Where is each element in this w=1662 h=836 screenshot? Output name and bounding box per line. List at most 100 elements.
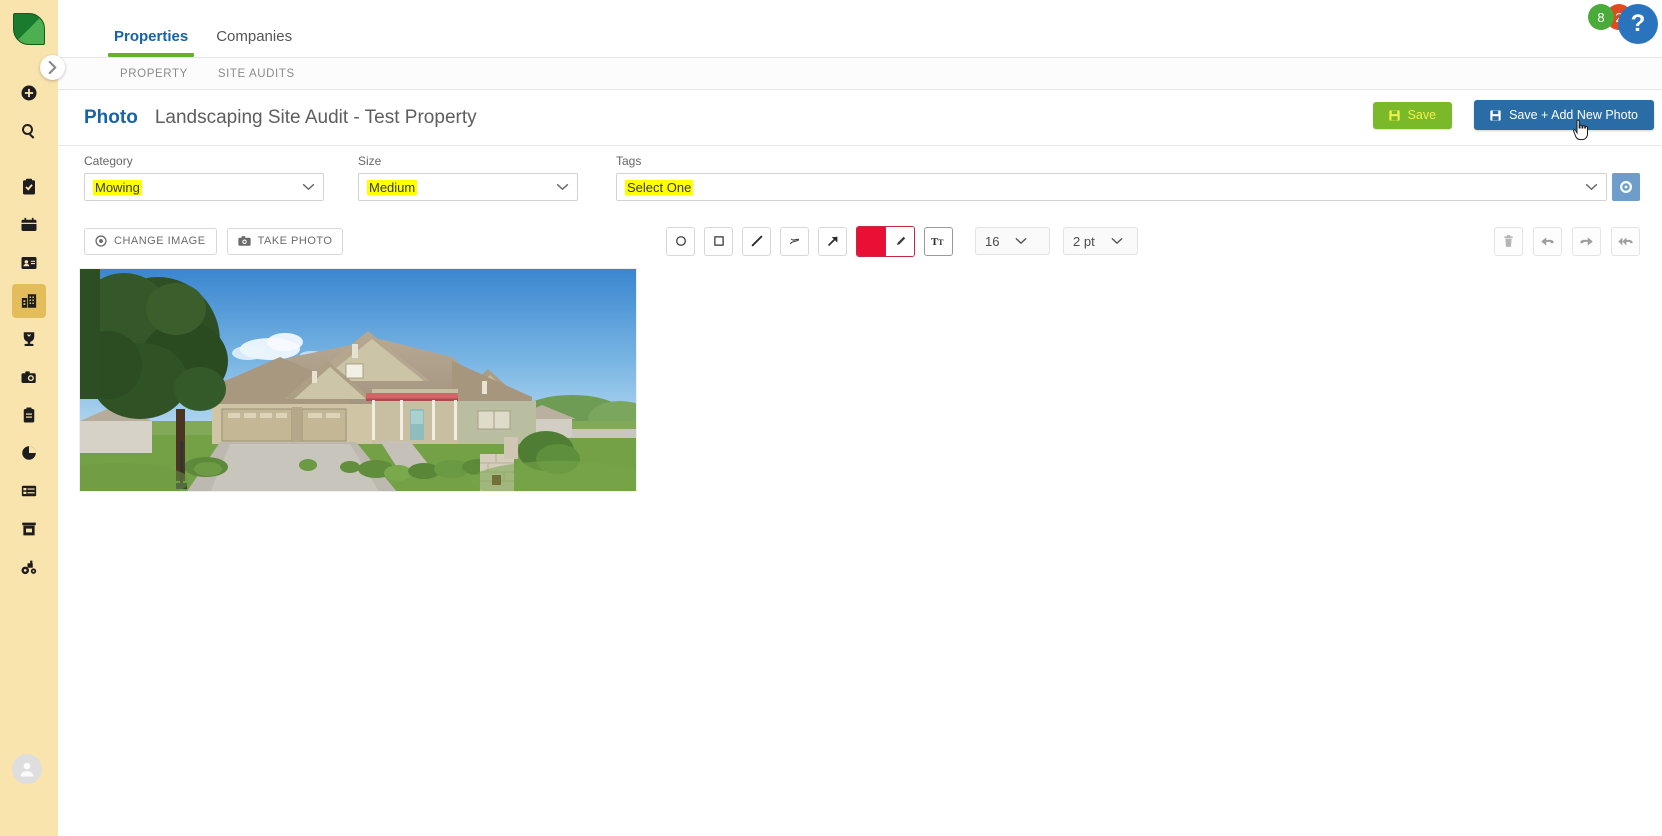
tags-row: Select One: [616, 173, 1640, 201]
arrow-tool-button[interactable]: [818, 226, 847, 256]
size-value: Medium: [367, 179, 418, 195]
square-outline-icon: [713, 236, 724, 246]
photo-metadata-form: Category Mowing Size Medium Tags Select …: [58, 146, 1662, 208]
line-tool-button[interactable]: [742, 226, 771, 256]
category-label: Category: [84, 154, 133, 168]
photo-canvas-area[interactable]: [58, 268, 1662, 836]
top-navigation: Properties Companies 8 2 ?: [58, 0, 1662, 58]
text-tool-button[interactable]: T T: [924, 226, 953, 256]
subnav-item-site-audits[interactable]: SITE AUDITS: [218, 68, 295, 80]
chevron-right-icon: [48, 61, 57, 74]
sidebar-item-schedule[interactable]: [12, 474, 46, 508]
redo-tool-button[interactable]: [1572, 226, 1601, 256]
tab-properties[interactable]: Properties: [100, 28, 202, 57]
chevron-down-icon-4: [1015, 235, 1028, 247]
chevron-down-icon-5: [1111, 235, 1123, 247]
circle-tool-button[interactable]: [666, 226, 695, 256]
camera-icon-2: [237, 236, 251, 246]
photo-editor-page: Properties Companies 8 2 ? PROPERTY SITE…: [0, 0, 1662, 836]
category-select[interactable]: Mowing: [84, 173, 324, 201]
sidebar-item-awards[interactable]: [12, 322, 46, 356]
sidebar-item-add[interactable]: [12, 76, 46, 110]
svg-text:T: T: [931, 237, 938, 248]
sidebar-expand-button[interactable]: [40, 55, 65, 80]
sidebar-item-reports[interactable]: [12, 436, 46, 470]
trophy-icon: [23, 332, 35, 346]
left-sidebar: [0, 0, 58, 836]
stroke-width-dropdown[interactable]: 2 pt: [1063, 227, 1138, 255]
save-button[interactable]: Save: [1372, 101, 1453, 129]
subnav-item-property[interactable]: PROPERTY: [120, 68, 188, 80]
tags-settings-button[interactable]: [1612, 173, 1640, 201]
save-add-new-photo-button[interactable]: Save + Add New Photo: [1474, 100, 1654, 130]
badge-green-count[interactable]: 8: [1588, 4, 1614, 30]
size-field: Size Medium: [358, 154, 578, 201]
leaf-logo-icon: [13, 13, 45, 45]
tab-companies[interactable]: Companies: [202, 28, 306, 57]
page-title: Landscaping Site Audit - Test Property: [154, 106, 477, 128]
undo-tool-button[interactable]: [1533, 226, 1562, 256]
sidebar-item-tasks[interactable]: [12, 170, 46, 204]
chevron-down-icon-2: [556, 181, 569, 193]
tags-select[interactable]: Select One: [616, 173, 1607, 201]
arrow-up-right-icon: [827, 236, 837, 246]
sidebar-nav: [12, 76, 46, 588]
pen-icon: [896, 236, 905, 245]
tractor-icon: [21, 560, 37, 575]
take-photo-label: TAKE PHOTO: [257, 235, 333, 247]
page-header-actions: Save Save + Add New Photo: [1372, 100, 1654, 130]
text-tt-icon: T T: [931, 237, 944, 248]
list-grid-icon: [21, 485, 37, 497]
floppy-disk-icon: [1388, 109, 1400, 121]
sidebar-item-clipboard[interactable]: [12, 398, 46, 432]
save-button-label: Save: [1407, 108, 1437, 122]
delete-tool-button[interactable]: [1494, 226, 1523, 256]
sidebar-item-calendar[interactable]: [12, 208, 46, 242]
size-label: Size: [358, 154, 382, 168]
sidebar-item-contacts[interactable]: [12, 246, 46, 280]
scribble-tool-button[interactable]: [780, 226, 809, 256]
page-kind-label: Photo: [84, 106, 138, 128]
gear-circle-icon: [1620, 181, 1632, 193]
squiggle-icon: [789, 238, 799, 245]
photo-image[interactable]: [79, 268, 637, 492]
app-logo[interactable]: [0, 0, 58, 58]
take-photo-button[interactable]: TAKE PHOTO: [226, 227, 344, 255]
reset-all-tool-button[interactable]: [1611, 226, 1640, 256]
clipboard-icon: [23, 407, 35, 423]
font-size-dropdown[interactable]: 16: [975, 227, 1050, 255]
sidebar-item-equipment[interactable]: [12, 550, 46, 584]
sidebar-item-inventory[interactable]: [12, 512, 46, 546]
arrow-forward-icon: [1580, 236, 1593, 246]
floppy-disk-icon-2: [1490, 109, 1501, 121]
camera-icon: [21, 371, 36, 383]
line-icon: [751, 235, 762, 247]
color-picker-group: [856, 225, 915, 257]
pen-tool-button[interactable]: [885, 226, 914, 256]
category-field: Category Mowing: [84, 154, 324, 201]
sidebar-item-photos[interactable]: [12, 360, 46, 394]
stroke-width-value: 2 pt: [1073, 233, 1095, 249]
change-image-button[interactable]: CHANGE IMAGE: [84, 227, 217, 255]
house-photo-svg: [80, 269, 636, 491]
change-image-label: CHANGE IMAGE: [114, 235, 206, 247]
target-circle-icon: [95, 235, 107, 247]
help-button[interactable]: ?: [1618, 4, 1658, 44]
notification-badges: 8 2 ?: [1588, 0, 1658, 44]
editor-history-tools: [1484, 226, 1640, 256]
user-avatar[interactable]: [12, 754, 42, 784]
sidebar-item-search[interactable]: [12, 114, 46, 148]
color-swatch[interactable]: [857, 226, 885, 256]
sidebar-item-properties[interactable]: [12, 284, 46, 318]
size-select[interactable]: Medium: [358, 173, 578, 201]
calendar-icon: [21, 217, 37, 231]
pie-chart-icon: [22, 446, 36, 460]
editor-toolbar: CHANGE IMAGE TAKE PHOTO T T 16 2 pt: [58, 222, 1662, 260]
svg-text:T: T: [938, 238, 944, 247]
building-icon: [21, 294, 37, 308]
page-header: Photo Landscaping Site Audit - Test Prop…: [58, 90, 1662, 146]
rectangle-tool-button[interactable]: [704, 226, 733, 256]
contact-card-icon: [21, 257, 37, 269]
save-add-new-photo-label: Save + Add New Photo: [1509, 108, 1638, 122]
sub-navigation: PROPERTY SITE AUDITS: [58, 58, 1662, 90]
